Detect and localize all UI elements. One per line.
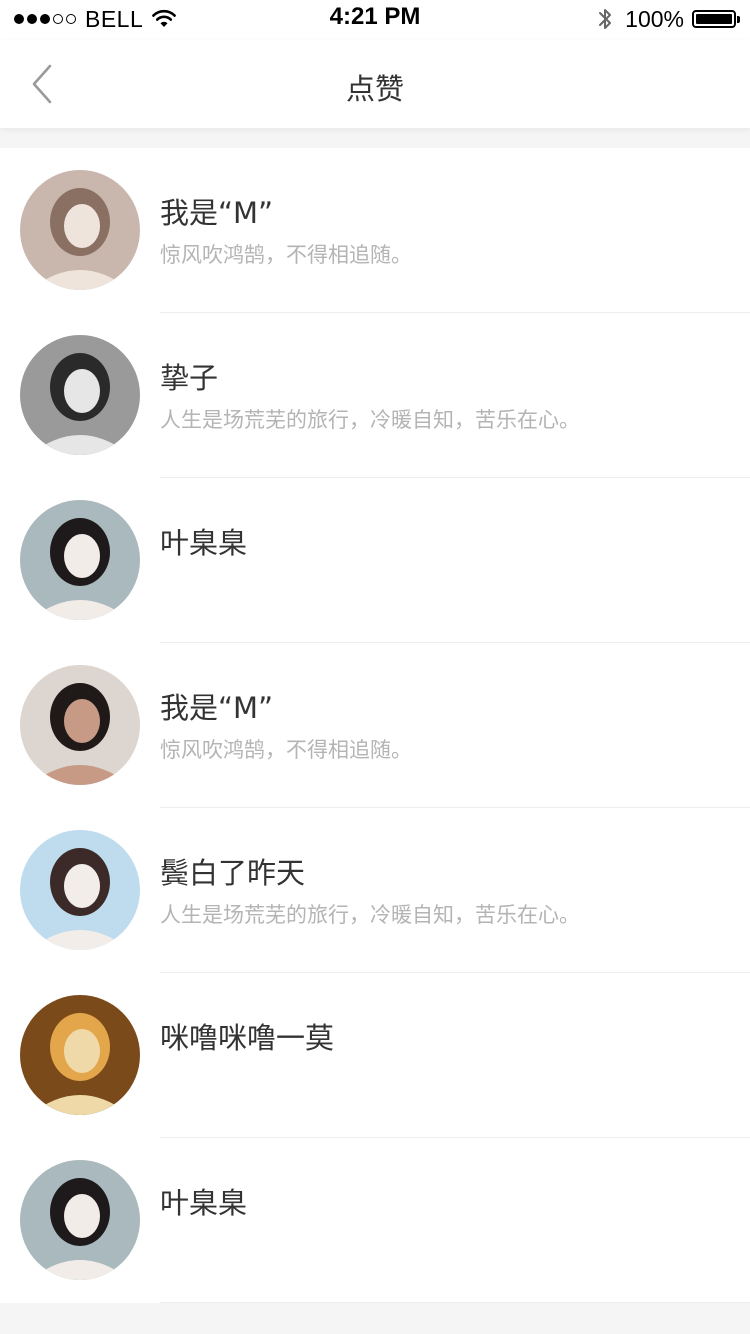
- avatar-image: [20, 1160, 140, 1280]
- avatar[interactable]: [20, 335, 140, 455]
- list-item[interactable]: 我是“M” 惊风吹鸿鹄，不得相追随。: [0, 148, 750, 313]
- battery-percent: 100%: [625, 5, 684, 32]
- list-item[interactable]: 咪噜咪噜一莫: [0, 973, 750, 1138]
- avatar[interactable]: [20, 830, 140, 950]
- item-name: 我是“M”: [160, 691, 274, 725]
- item-name: 鬓白了昨天: [160, 856, 306, 890]
- item-name: 咪噜咪噜一莫: [160, 1021, 335, 1055]
- avatar-image: [20, 665, 140, 785]
- avatar-image: [20, 995, 140, 1115]
- avatar[interactable]: [20, 665, 140, 785]
- avatar[interactable]: [20, 170, 140, 290]
- avatar[interactable]: [20, 500, 140, 620]
- divider: [160, 1302, 750, 1303]
- status-right: 100%: [597, 4, 740, 34]
- list-item[interactable]: 挚子人生是场荒芜的旅行，冷暖自知，苦乐在心。: [0, 313, 750, 478]
- list-item[interactable]: 叶臬臬: [0, 1138, 750, 1303]
- item-name: 叶臬臬: [160, 1186, 248, 1220]
- nav-bar: 点赞: [0, 40, 750, 128]
- avatar-image: [20, 170, 140, 290]
- avatar[interactable]: [20, 995, 140, 1115]
- item-description: 惊风吹鸿鹄，不得相追随。: [160, 738, 412, 762]
- avatar-image: [20, 335, 140, 455]
- item-name: 挚子: [160, 361, 219, 395]
- battery-nub: [737, 16, 740, 23]
- bluetooth-icon: [599, 9, 612, 29]
- item-description: 人生是场荒芜的旅行，冷暖自知，苦乐在心。: [160, 408, 580, 432]
- list-item[interactable]: 鬓白了昨天人生是场荒芜的旅行，冷暖自知，苦乐在心。: [0, 808, 750, 973]
- item-name: 我是“M”: [160, 196, 274, 230]
- avatar-image: [20, 500, 140, 620]
- status-bar: BELL 4:21 PM 100%: [0, 0, 750, 40]
- battery-icon: [692, 10, 740, 28]
- avatar[interactable]: [20, 1160, 140, 1280]
- page-title: 点赞: [345, 72, 404, 106]
- battery-level-fill: [696, 14, 732, 24]
- list-item[interactable]: 叶臬臬: [0, 478, 750, 643]
- item-description: 人生是场荒芜的旅行，冷暖自知，苦乐在心。: [160, 903, 580, 927]
- likes-screen: BELL 4:21 PM 100% 点赞 我是“M” 惊风吹鸿鹄，不得相追随。 …: [0, 0, 750, 1334]
- avatar-image: [20, 830, 140, 950]
- item-description: 惊风吹鸿鹄，不得相追随。: [160, 243, 412, 267]
- likes-list: 我是“M” 惊风吹鸿鹄，不得相追随。 挚子 人生是场荒芜的旅行，冷暖自知，苦乐在心。叶…: [0, 148, 750, 1303]
- list-item[interactable]: 我是“M” 惊风吹鸿鹄，不得相追随。: [0, 643, 750, 808]
- item-name: 叶臬臬: [160, 526, 248, 560]
